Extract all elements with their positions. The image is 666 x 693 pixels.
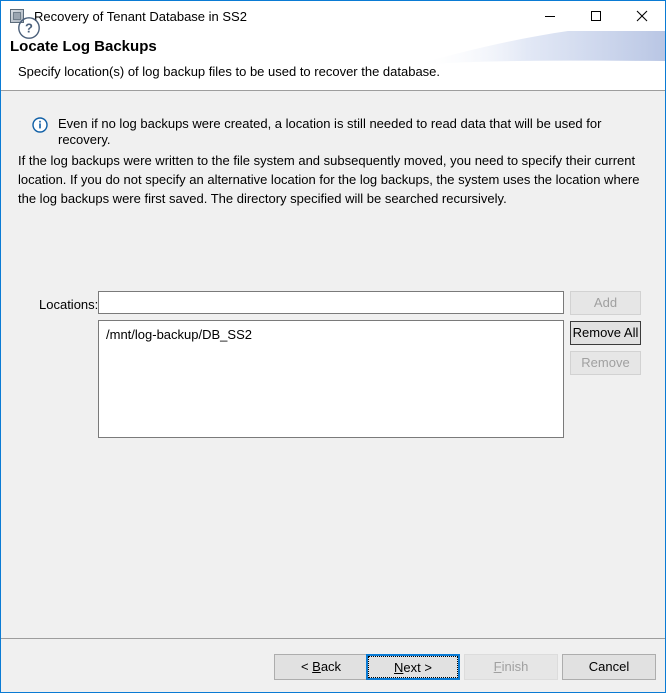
page-title: Locate Log Backups	[10, 38, 157, 55]
minimize-icon[interactable]	[527, 1, 573, 31]
locations-label: Locations:	[39, 297, 98, 312]
locations-list[interactable]: /mnt/log-backup/DB_SS2	[98, 320, 564, 438]
page-subtitle: Specify location(s) of log backup files …	[18, 64, 440, 79]
help-icon[interactable]: ?	[17, 16, 41, 40]
back-button[interactable]: < Back	[274, 654, 368, 680]
back-button-mnemonic: B	[312, 659, 321, 674]
remove-all-button[interactable]: Remove All	[570, 321, 641, 345]
cancel-button[interactable]: Cancel	[562, 654, 656, 680]
remove-button[interactable]: Remove	[570, 351, 641, 375]
next-button[interactable]: Next >	[366, 654, 460, 680]
cancel-button-rest: Cancel	[589, 659, 629, 674]
title-bar: Recovery of Tenant Database in SS2	[1, 1, 665, 31]
window-title: Recovery of Tenant Database in SS2	[34, 10, 247, 23]
next-button-rest: ext >	[403, 660, 432, 675]
window-controls	[527, 1, 665, 31]
content-area: Even if no log backups were created, a l…	[1, 91, 665, 640]
back-button-prefix: <	[301, 659, 312, 674]
info-banner: Even if no log backups were created, a l…	[32, 116, 641, 148]
locations-input[interactable]	[98, 291, 564, 314]
maximize-icon[interactable]	[573, 1, 619, 31]
next-button-mnemonic: N	[394, 660, 403, 675]
back-button-rest: ack	[321, 659, 341, 674]
finish-button-rest: inish	[502, 659, 529, 674]
list-item[interactable]: /mnt/log-backup/DB_SS2	[99, 321, 563, 343]
wizard-header: Locate Log Backups Specify location(s) o…	[1, 31, 665, 91]
info-icon	[32, 117, 48, 133]
info-text: Even if no log backups were created, a l…	[58, 116, 641, 148]
wizard-window: Recovery of Tenant Database in SS2	[0, 0, 666, 693]
finish-button-mnemonic: F	[494, 659, 502, 674]
svg-text:?: ?	[25, 21, 33, 36]
description-paragraph: If the log backups were written to the f…	[18, 151, 651, 208]
close-icon[interactable]	[619, 1, 665, 31]
swoosh-decoration-icon	[385, 31, 665, 90]
finish-button[interactable]: Finish	[464, 654, 558, 680]
add-button[interactable]: Add	[570, 291, 641, 315]
